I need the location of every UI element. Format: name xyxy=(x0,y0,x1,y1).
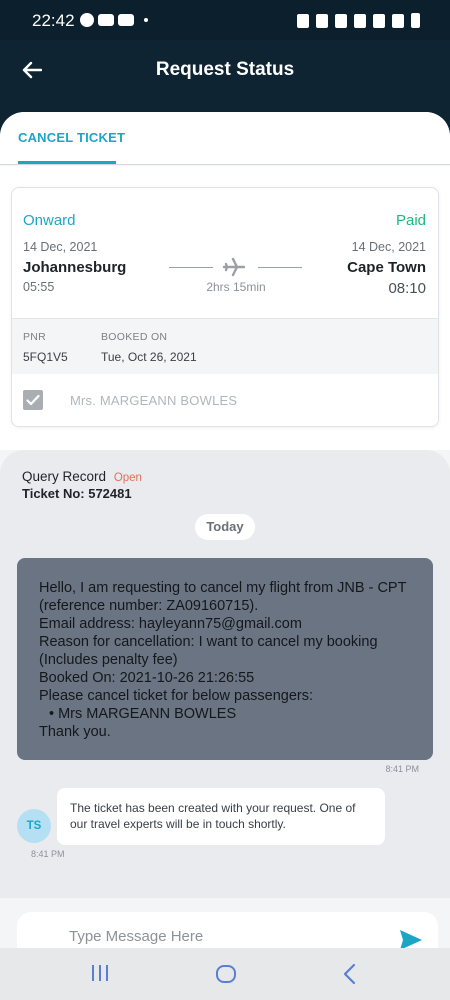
query-record-label: Query Record xyxy=(22,469,107,484)
booking-info-row: PNR 5FQ1V5 BOOKED ON Tue, Oct 26, 2021 xyxy=(12,318,438,374)
airplane-icon xyxy=(222,257,246,277)
battery-icon xyxy=(411,13,420,28)
route-line xyxy=(258,267,302,268)
app-header: Request Status xyxy=(0,40,450,116)
message-line: Booked On: 2021-10-26 21:26:55 xyxy=(39,670,255,686)
message-line: (reference number: ZA09160715). xyxy=(39,598,259,614)
status-time: 22:42 xyxy=(32,11,75,30)
tab-active-indicator xyxy=(18,161,116,164)
check-icon xyxy=(26,394,40,406)
signal-icon xyxy=(392,13,404,28)
composer xyxy=(0,898,450,948)
arrival-date: 14 Dec, 2021 xyxy=(351,240,426,254)
trip-direction: Onward xyxy=(23,212,76,229)
notification-icons xyxy=(80,13,148,27)
passenger-checkbox[interactable] xyxy=(23,390,43,410)
tab-bar: CANCEL TICKET xyxy=(0,112,450,165)
message-line: Please cancel ticket for below passenger… xyxy=(39,688,314,704)
message-line: Reason for cancellation: I want to cance… xyxy=(39,634,378,650)
back-nav-icon[interactable] xyxy=(340,963,360,985)
message-line: Thank you. xyxy=(39,724,111,740)
message-line: • Mrs MARGEANN BOWLES xyxy=(49,706,237,722)
youtube-icon xyxy=(98,14,114,26)
user-message-bubble: Hello, I am requesting to cancel my flig… xyxy=(17,558,433,760)
mute-icon xyxy=(335,13,347,28)
message-timestamp: 8:41 PM xyxy=(385,764,419,774)
tab-cancel-ticket[interactable]: CANCEL TICKET xyxy=(18,130,125,145)
message-input[interactable] xyxy=(69,928,369,945)
system-nav-bar xyxy=(0,948,450,1000)
page-title: Request Status xyxy=(155,59,295,80)
arrival-city: Cape Town xyxy=(347,259,426,276)
pnr-value: 5FQ1V5 xyxy=(23,350,68,364)
youtube-icon xyxy=(118,14,134,26)
pnr-label: PNR xyxy=(23,331,47,343)
wifi-icon xyxy=(373,13,385,28)
system-icons xyxy=(297,13,420,28)
message-input-box xyxy=(17,912,438,948)
route-line xyxy=(169,267,213,268)
departure-city: Johannesburg xyxy=(23,259,127,276)
whatsapp-icon xyxy=(80,13,94,27)
flight-duration: 2hrs 15min xyxy=(206,280,266,294)
avatar: TS xyxy=(17,809,51,843)
booked-on-value: Tue, Oct 26, 2021 xyxy=(101,350,197,364)
home-icon[interactable] xyxy=(214,962,238,986)
message-line: Email address: hayleyann75@gmail.com xyxy=(39,616,302,632)
ticket-number: Ticket No: 572481 xyxy=(22,486,132,501)
location-icon xyxy=(354,13,366,28)
message-timestamp: 8:41 PM xyxy=(31,849,65,859)
query-chat: Query Record Open Ticket No: 572481 Toda… xyxy=(0,450,450,948)
alarm-icon xyxy=(316,13,328,28)
more-notifications-icon xyxy=(144,18,148,22)
lock-icon xyxy=(297,13,309,28)
status-badge: Open xyxy=(113,472,142,484)
ticket-section: Onward Paid 14 Dec, 2021 14 Dec, 2021 Jo… xyxy=(0,166,450,450)
query-record-title: Query Record Open xyxy=(22,469,142,484)
passenger-row: Mrs. MARGEANN BOWLES xyxy=(12,374,438,426)
ticket-card: Onward Paid 14 Dec, 2021 14 Dec, 2021 Jo… xyxy=(11,187,439,427)
message-line: (Includes penalty fee) xyxy=(39,652,178,668)
payment-status: Paid xyxy=(395,212,426,229)
message-line: Hello, I am requesting to cancel my flig… xyxy=(39,580,407,596)
status-bar: 22:42 xyxy=(0,0,450,40)
passenger-name: Mrs. MARGEANN BOWLES xyxy=(70,393,238,408)
date-divider: Today xyxy=(195,514,255,540)
recents-icon[interactable] xyxy=(90,963,110,983)
send-icon[interactable] xyxy=(398,928,424,948)
booked-on-label: BOOKED ON xyxy=(101,331,168,343)
departure-date: 14 Dec, 2021 xyxy=(23,240,98,254)
main-panel: CANCEL TICKET Onward Paid 14 Dec, 2021 1… xyxy=(0,112,450,948)
agent-message-bubble: The ticket has been created with your re… xyxy=(57,788,385,845)
